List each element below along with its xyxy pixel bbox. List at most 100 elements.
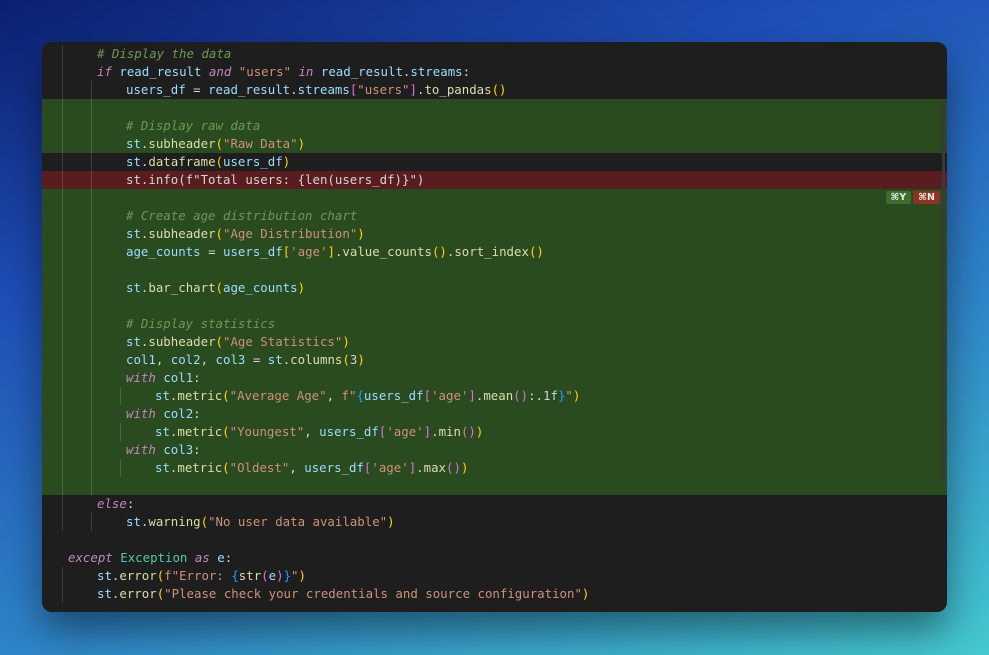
code-line-added[interactable]: # Display statistics bbox=[42, 315, 947, 333]
code-token: "Age Distribution" bbox=[223, 226, 358, 241]
indent-guide bbox=[91, 207, 92, 225]
code-line[interactable]: # Display the data bbox=[42, 45, 947, 63]
code-token: " bbox=[565, 388, 573, 403]
code-token: ) bbox=[342, 334, 350, 349]
code-line[interactable]: else: bbox=[42, 495, 947, 513]
code-line-added[interactable]: st.metric("Oldest", users_df['age'].max(… bbox=[42, 459, 947, 477]
indent-guide bbox=[62, 63, 63, 81]
indent-guide bbox=[62, 99, 63, 117]
code-token: # Create age distribution chart bbox=[126, 208, 358, 223]
code-token: except bbox=[68, 550, 113, 565]
code-line-added[interactable]: with col2: bbox=[42, 405, 947, 423]
code-token: ) bbox=[297, 280, 306, 295]
code-line-added[interactable]: # Create age distribution chart bbox=[42, 207, 947, 225]
code-token: , bbox=[155, 352, 171, 367]
code-token: . bbox=[416, 460, 424, 475]
code-token: : bbox=[224, 550, 233, 565]
code-token: st bbox=[97, 568, 112, 583]
code-token: ( bbox=[342, 352, 350, 367]
code-line-added[interactable]: # Display raw data bbox=[42, 117, 947, 135]
code-token: st bbox=[267, 352, 283, 367]
code-line[interactable] bbox=[42, 531, 947, 549]
indent-guide bbox=[62, 243, 63, 261]
code-token: = bbox=[245, 352, 268, 367]
code-text: with col3: bbox=[126, 441, 201, 459]
reject-change-button[interactable]: ⌘N bbox=[913, 191, 940, 204]
code-token: , bbox=[326, 388, 342, 403]
code-text: st.dataframe(users_df) bbox=[126, 153, 290, 171]
code-line[interactable]: users_df = read_result.streams["users"].… bbox=[42, 81, 947, 99]
code-token: ( bbox=[215, 154, 223, 169]
code-line[interactable]: except Exception as e: bbox=[42, 549, 947, 567]
code-text: if read_result and "users" in read_resul… bbox=[97, 63, 470, 81]
indent-guide bbox=[91, 477, 92, 495]
indent-guide bbox=[62, 297, 63, 315]
indent-guide bbox=[62, 261, 63, 279]
code-token: age_counts bbox=[126, 244, 201, 259]
code-line[interactable]: st.error("Please check your credentials … bbox=[42, 585, 947, 603]
indent-guide bbox=[91, 369, 92, 387]
code-line-added[interactable]: ⌘Y ⌘N bbox=[42, 189, 947, 207]
code-line-added[interactable]: st.subheader("Age Statistics") bbox=[42, 333, 947, 351]
code-line[interactable]: st.error(f"Error: {str(e)}") bbox=[42, 567, 947, 585]
code-token: 'age' bbox=[290, 244, 328, 259]
scrollbar[interactable] bbox=[942, 102, 945, 482]
code-token: ] bbox=[409, 82, 417, 97]
code-token: "No user data available" bbox=[208, 514, 388, 529]
code-line-added[interactable]: with col3: bbox=[42, 441, 947, 459]
code-editor[interactable]: # Display the data if read_result and "us… bbox=[42, 42, 947, 612]
code-token: ) bbox=[572, 388, 581, 403]
code-text: st.metric("Average Age", f"{users_df['ag… bbox=[155, 387, 580, 405]
accept-change-button[interactable]: ⌘Y bbox=[885, 191, 912, 204]
indent-guide bbox=[62, 441, 63, 459]
code-text: # Create age distribution chart bbox=[126, 207, 357, 225]
indent-guide bbox=[62, 45, 63, 63]
code-token: read_result bbox=[119, 64, 202, 79]
code-token: users_df bbox=[223, 244, 283, 259]
code-text: # Display statistics bbox=[126, 315, 275, 333]
code-token: f" bbox=[341, 388, 357, 403]
code-line-added[interactable]: st.bar_chart(age_counts) bbox=[42, 279, 947, 297]
code-token: "Please check your credentials and sourc… bbox=[164, 586, 582, 601]
code-line-added[interactable] bbox=[42, 297, 947, 315]
code-line-removed[interactable]: st.info(f"Total users: {len(users_df)}") bbox=[42, 171, 947, 189]
code-token: users_df bbox=[223, 154, 283, 169]
indent-guide bbox=[91, 189, 92, 207]
code-line-added[interactable] bbox=[42, 477, 947, 495]
code-line-added[interactable]: age_counts = users_df['age'].value_count… bbox=[42, 243, 947, 261]
code-token: # Display the data bbox=[97, 46, 232, 61]
code-line-added[interactable]: st.metric("Average Age", f"{users_df['ag… bbox=[42, 387, 947, 405]
code-line-added[interactable] bbox=[42, 261, 947, 279]
code-line-added[interactable]: st.subheader("Age Distribution") bbox=[42, 225, 947, 243]
code-token: ( bbox=[222, 424, 230, 439]
code-token: with bbox=[126, 370, 156, 385]
code-line-added[interactable]: st.metric("Youngest", users_df['age'].mi… bbox=[42, 423, 947, 441]
code-line-added[interactable]: with col1: bbox=[42, 369, 947, 387]
code-token: : bbox=[126, 496, 135, 511]
indent-guide bbox=[91, 513, 92, 531]
code-line[interactable]: st.dataframe(users_df) bbox=[42, 153, 947, 171]
code-token: metric bbox=[177, 460, 223, 475]
code-text: users_df = read_result.streams["users"].… bbox=[126, 81, 507, 99]
indent-guide bbox=[91, 405, 92, 423]
code-text: st.info(f"Total users: {len(users_df)}") bbox=[126, 171, 424, 189]
code-token: ( bbox=[215, 334, 223, 349]
code-token: metric bbox=[177, 424, 223, 439]
code-token: st bbox=[155, 388, 170, 403]
code-line[interactable]: if read_result and "users" in read_resul… bbox=[42, 63, 947, 81]
code-token: 'age' bbox=[431, 388, 469, 403]
code-line-added[interactable] bbox=[42, 99, 947, 117]
indent-guide bbox=[120, 459, 121, 477]
code-token: st bbox=[126, 154, 141, 169]
code-token: st bbox=[155, 460, 170, 475]
indent-guide bbox=[62, 225, 63, 243]
code-token: ) bbox=[581, 586, 590, 601]
code-line-added[interactable]: col1, col2, col3 = st.columns(3) bbox=[42, 351, 947, 369]
code-token: :.1f bbox=[528, 388, 558, 403]
code-line-added[interactable]: st.subheader("Raw Data") bbox=[42, 135, 947, 153]
code-token: = bbox=[185, 82, 209, 97]
indent-guide bbox=[91, 279, 92, 297]
code-token: ] bbox=[423, 424, 432, 439]
code-line[interactable]: st.warning("No user data available") bbox=[42, 513, 947, 531]
